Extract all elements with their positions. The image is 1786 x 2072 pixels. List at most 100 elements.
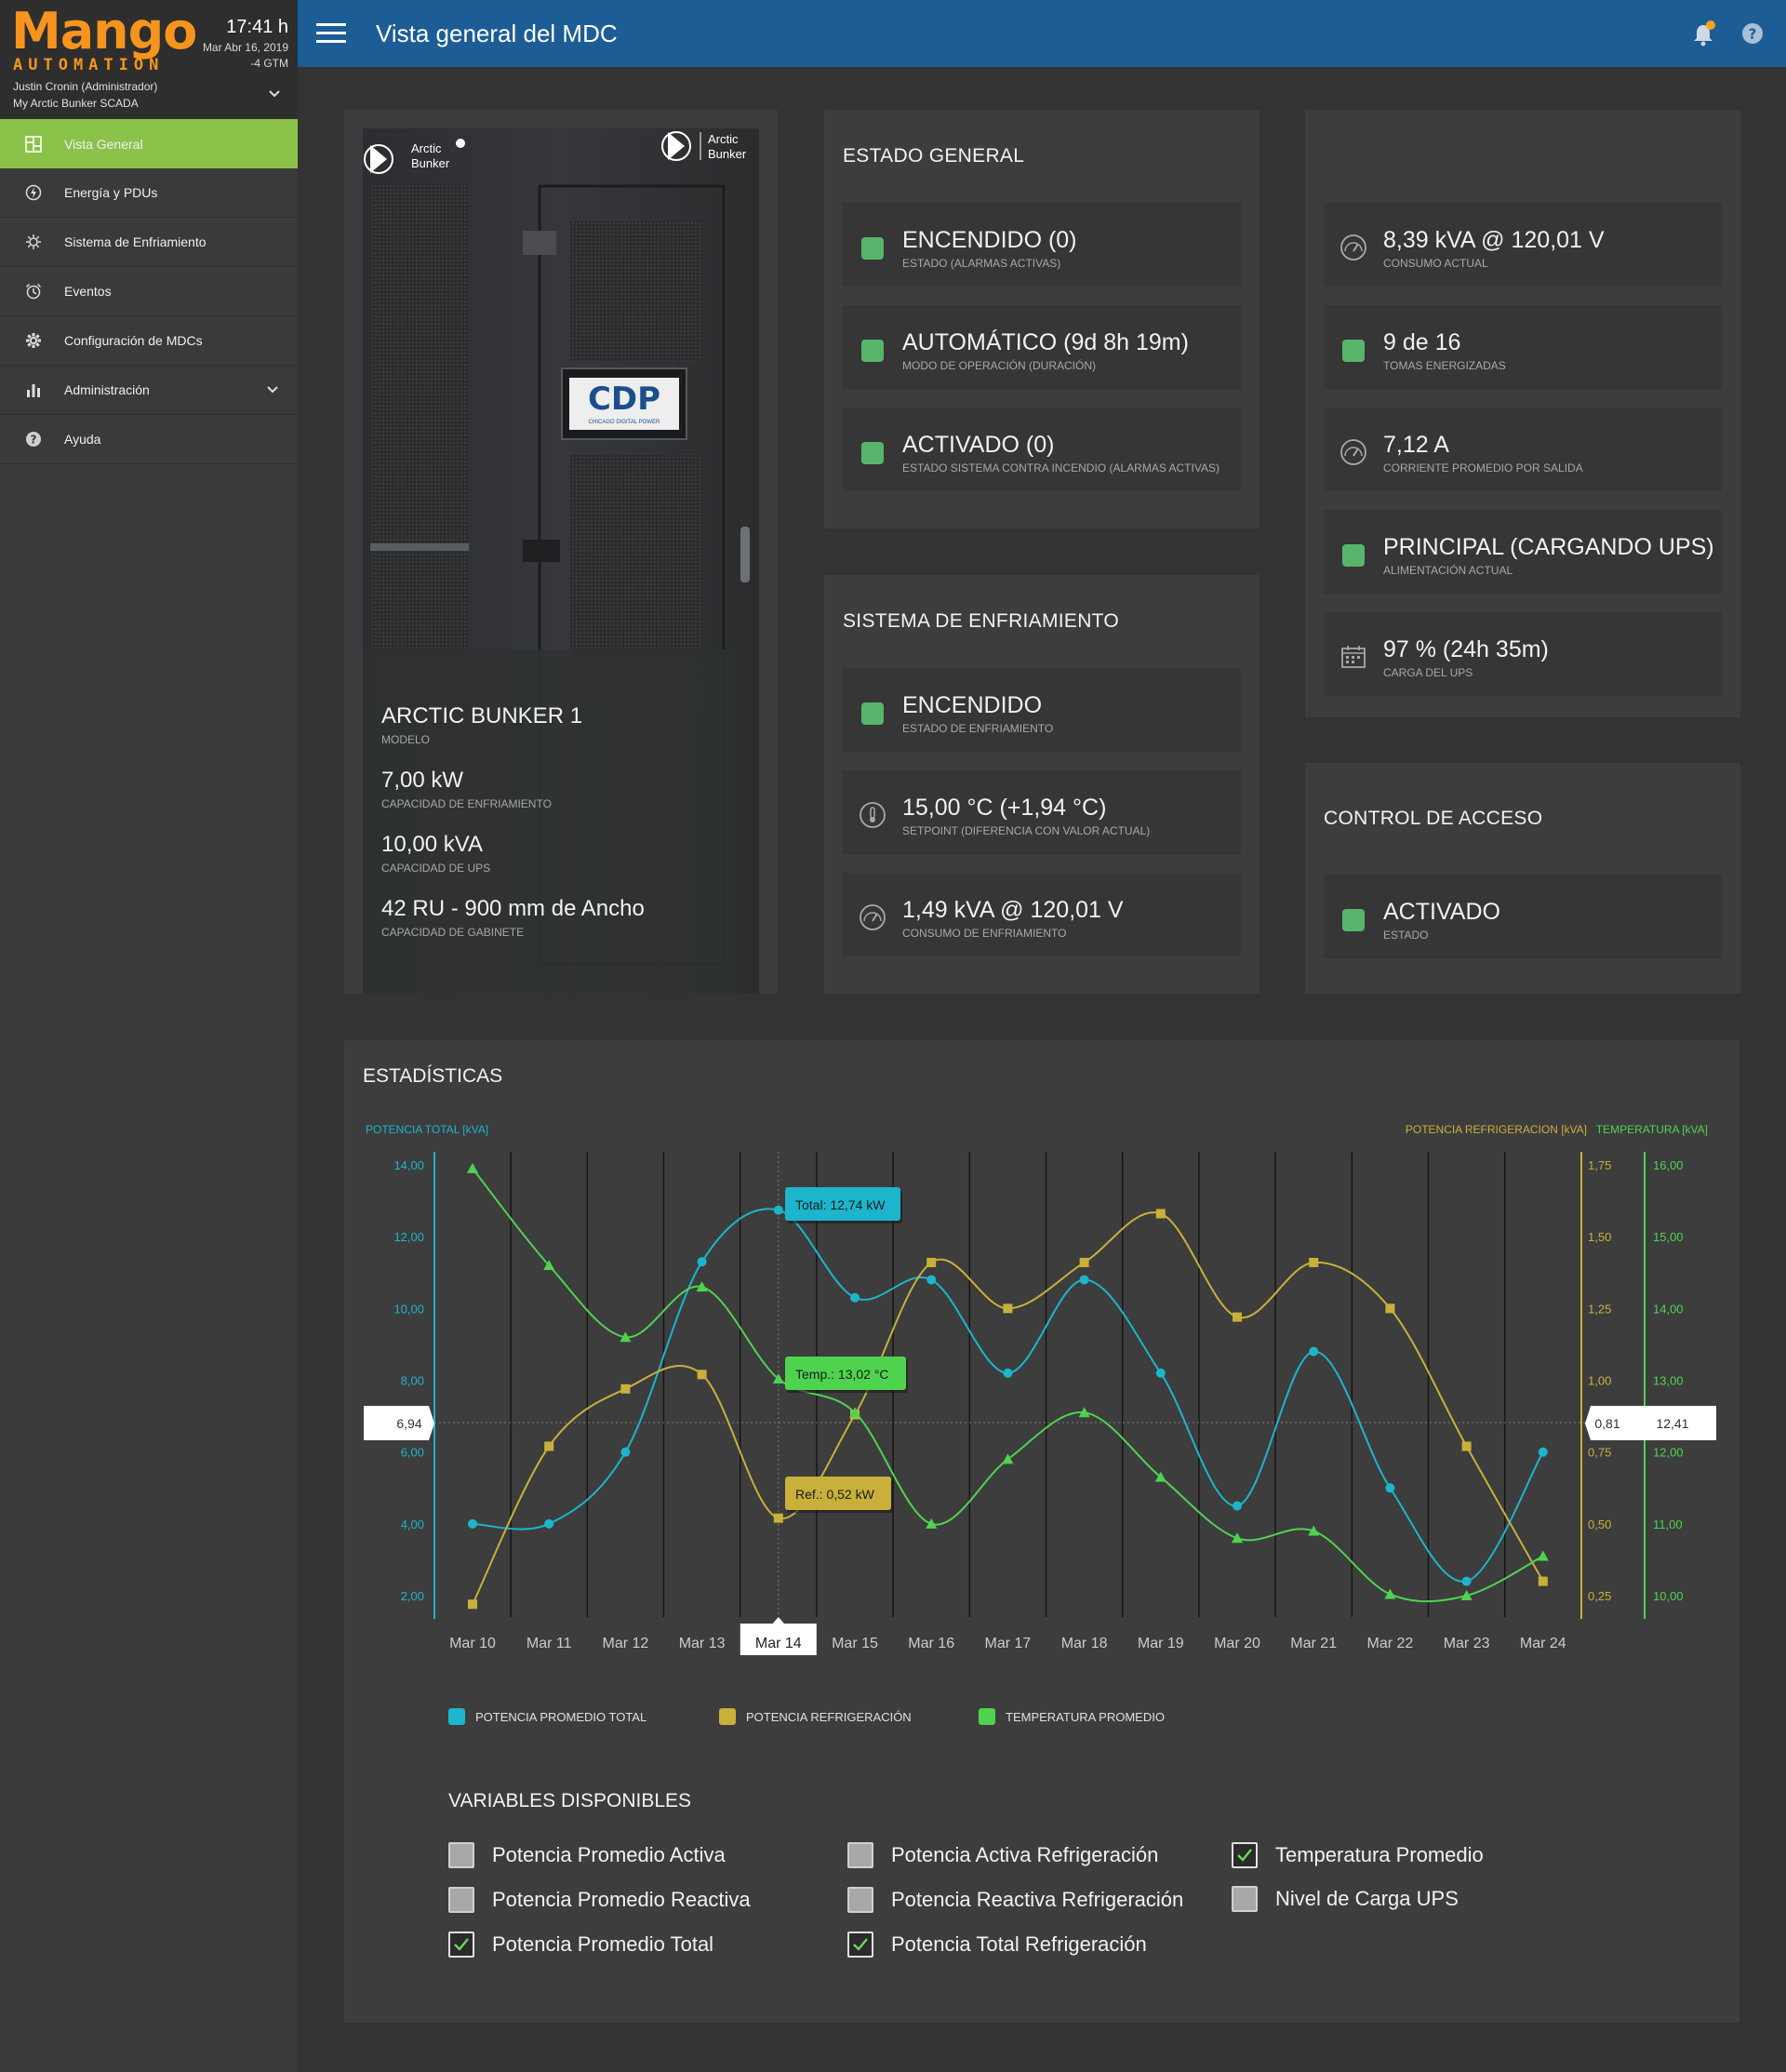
checkbox-unchecked-icon[interactable] bbox=[847, 1842, 873, 1868]
legend-item-total[interactable]: POTENCIA PROMEDIO TOTAL bbox=[448, 1708, 646, 1725]
svg-text:Ref.: 0,52 kW: Ref.: 0,52 kW bbox=[795, 1487, 875, 1502]
data-point bbox=[1155, 1368, 1166, 1378]
data-point bbox=[1384, 1588, 1396, 1599]
status-row: ACTIVADO ESTADO bbox=[1324, 875, 1722, 958]
cabinet-image-panel: CDP CHICAGO DIGITAL POWER Arctic Bunker … bbox=[344, 110, 778, 994]
help-icon[interactable]: ? bbox=[1741, 22, 1764, 45]
chevron-down-icon[interactable] bbox=[268, 87, 281, 100]
site-name: My Arctic Bunker SCADA bbox=[13, 97, 139, 110]
axis-tick-label: 1,50 bbox=[1588, 1230, 1611, 1244]
variable-checkbox[interactable]: Potencia Total Refrigeración bbox=[847, 1932, 1147, 1958]
checkbox-unchecked-icon[interactable] bbox=[1232, 1886, 1258, 1912]
energia-panel: 8,39 kVA @ 120,01 V CONSUMO ACTUAL 9 de 1… bbox=[1305, 110, 1740, 717]
clock-timezone: -4 GTM bbox=[250, 57, 288, 70]
top-bar: Vista general del MDC ? bbox=[298, 0, 1786, 67]
series-line-0 bbox=[472, 1208, 1544, 1583]
svg-text:Temp.: 13,02 °C: Temp.: 13,02 °C bbox=[795, 1367, 889, 1382]
cdp-logo-subtext: CHICAGO DIGITAL POWER bbox=[589, 420, 660, 425]
sidebar-item-ayuda[interactable]: ? Ayuda bbox=[0, 415, 298, 464]
variable-checkbox[interactable]: Nivel de Carga UPS bbox=[1232, 1886, 1459, 1912]
data-point bbox=[1233, 1312, 1242, 1322]
axis-tick-label: 14,00 bbox=[393, 1158, 424, 1172]
sidebar-header: Mango AUTOMATION 17:41 h Mar Abr 16, 201… bbox=[0, 0, 298, 119]
variable-checkbox[interactable]: Potencia Promedio Activa bbox=[448, 1842, 726, 1868]
checkbox-label: Potencia Activa Refrigeración bbox=[891, 1843, 1159, 1866]
sidebar-item-configuracion[interactable]: Configuración de MDCs bbox=[0, 316, 298, 366]
series-line-1 bbox=[472, 1211, 1544, 1605]
stats-title: ESTADÍSTICAS bbox=[363, 1065, 502, 1087]
variable-checkbox[interactable]: Potencia Reactiva Refrigeración bbox=[847, 1887, 1183, 1913]
clock-date: Mar Abr 16, 2019 bbox=[202, 41, 288, 54]
data-point bbox=[467, 1162, 478, 1173]
cursor-right-label-1: 0,81 bbox=[1594, 1416, 1619, 1431]
x-tick-label: Mar 15 bbox=[832, 1636, 878, 1651]
data-point bbox=[620, 1384, 631, 1394]
sidebar-item-enfriamiento[interactable]: Sistema de Enfriamiento bbox=[0, 218, 298, 267]
bar-chart-icon bbox=[23, 380, 44, 400]
selected-date-label: Mar 14 bbox=[755, 1636, 802, 1651]
checkbox-unchecked-icon[interactable] bbox=[448, 1887, 474, 1913]
variables-title: VARIABLES DISPONIBLES bbox=[448, 1790, 692, 1811]
data-point bbox=[468, 1518, 477, 1529]
data-point bbox=[697, 1370, 707, 1380]
axis-tick-label: 1,25 bbox=[1588, 1302, 1611, 1316]
statistics-chart[interactable]: ESTADÍSTICAS POTENCIA TOTAL [kVA] POTENC… bbox=[344, 1040, 1739, 1691]
status-row: ENCENDIDO (0) ESTADO (ALARMAS ACTIVAS) bbox=[843, 203, 1241, 287]
panel-title: SISTEMA DE ENFRIAMIENTO bbox=[843, 610, 1120, 632]
spec-model: ARCTIC BUNKER 1 MODELO bbox=[381, 703, 583, 746]
x-tick-label: Mar 16 bbox=[908, 1636, 954, 1651]
data-point bbox=[1079, 1257, 1089, 1267]
sidebar-item-label: Energía y PDUs bbox=[64, 185, 158, 200]
checkbox-checked-icon[interactable] bbox=[1232, 1842, 1258, 1868]
data-point bbox=[773, 1205, 783, 1215]
left-axis-title: POTENCIA TOTAL [kVA] bbox=[366, 1123, 488, 1136]
variable-checkbox[interactable]: Potencia Promedio Reactiva bbox=[448, 1887, 751, 1913]
brand-subtitle: AUTOMATION bbox=[13, 56, 165, 74]
x-tick-label: Mar 13 bbox=[679, 1636, 726, 1651]
axis-tick-label: 0,50 bbox=[1588, 1517, 1611, 1531]
checkbox-label: Potencia Promedio Reactiva bbox=[492, 1888, 751, 1911]
checkbox-label: Potencia Total Refrigeración bbox=[891, 1932, 1147, 1956]
sidebar-item-energia[interactable]: Energía y PDUs bbox=[0, 168, 298, 218]
status-row: 97 % (24h 35m) CARGA DEL UPS bbox=[1324, 612, 1722, 696]
sidebar-item-administracion[interactable]: Administración bbox=[0, 366, 298, 415]
right-axis-title-2: TEMPERATURA [kVA] bbox=[1596, 1123, 1708, 1136]
checkbox-unchecked-icon[interactable] bbox=[448, 1842, 474, 1868]
variable-checkbox[interactable]: Potencia Promedio Total bbox=[448, 1932, 713, 1958]
sidebar-item-label: Configuración de MDCs bbox=[64, 333, 203, 348]
cursor-left-label: 6,94 bbox=[396, 1416, 421, 1431]
data-point bbox=[926, 1275, 937, 1285]
selected-date-pointer bbox=[771, 1617, 785, 1624]
sidebar-item-vista-general[interactable]: Vista General bbox=[0, 119, 298, 168]
data-point bbox=[1233, 1501, 1242, 1511]
data-point bbox=[1232, 1532, 1243, 1544]
legend-item-refrigeracion[interactable]: POTENCIA REFRIGERACIÓN bbox=[719, 1708, 912, 1725]
svg-text:?: ? bbox=[1749, 26, 1757, 43]
tooltip-ref: Ref.: 0,52 kW bbox=[785, 1477, 893, 1513]
chevron-down-icon[interactable] bbox=[266, 383, 279, 396]
right-axis-title-1: POTENCIA REFRIGERACION [kVA] bbox=[1406, 1123, 1587, 1136]
checkbox-label: Potencia Promedio Total bbox=[492, 1932, 714, 1956]
data-point bbox=[697, 1257, 707, 1267]
spec-cabinet-capacity: 42 RU - 900 mm de Ancho CAPACIDAD DE GABI… bbox=[381, 896, 645, 939]
legend-item-temperatura[interactable]: TEMPERATURA PROMEDIO bbox=[979, 1708, 1165, 1725]
axis-tick-label: 10,00 bbox=[393, 1302, 424, 1316]
estado-general-panel: ESTADO GENERAL ENCENDIDO (0) ESTADO (ALAR… bbox=[824, 110, 1260, 528]
variable-checkbox[interactable]: Potencia Activa Refrigeración bbox=[847, 1842, 1158, 1868]
hamburger-menu-icon[interactable] bbox=[316, 20, 346, 47]
axis-tick-label: 0,75 bbox=[1588, 1446, 1611, 1460]
data-point bbox=[1385, 1303, 1395, 1314]
axis-tick-label: 2,00 bbox=[401, 1589, 424, 1603]
cooling-icon bbox=[23, 232, 44, 252]
checkbox-unchecked-icon[interactable] bbox=[847, 1887, 873, 1913]
status-row: 9 de 16 TOMAS ENERGIZADAS bbox=[1324, 305, 1722, 389]
data-point bbox=[544, 1518, 554, 1529]
x-tick-label: Mar 10 bbox=[449, 1636, 496, 1651]
checkbox-checked-icon[interactable] bbox=[448, 1932, 474, 1958]
variable-checkbox[interactable]: Temperatura Promedio bbox=[1232, 1842, 1484, 1868]
checkbox-checked-icon[interactable] bbox=[847, 1932, 873, 1958]
notification-bell-icon[interactable] bbox=[1692, 20, 1716, 47]
status-row: 8,39 kVA @ 120,01 V CONSUMO ACTUAL bbox=[1324, 203, 1722, 287]
sidebar-item-eventos[interactable]: Eventos bbox=[0, 267, 298, 316]
data-point bbox=[1537, 1550, 1549, 1561]
